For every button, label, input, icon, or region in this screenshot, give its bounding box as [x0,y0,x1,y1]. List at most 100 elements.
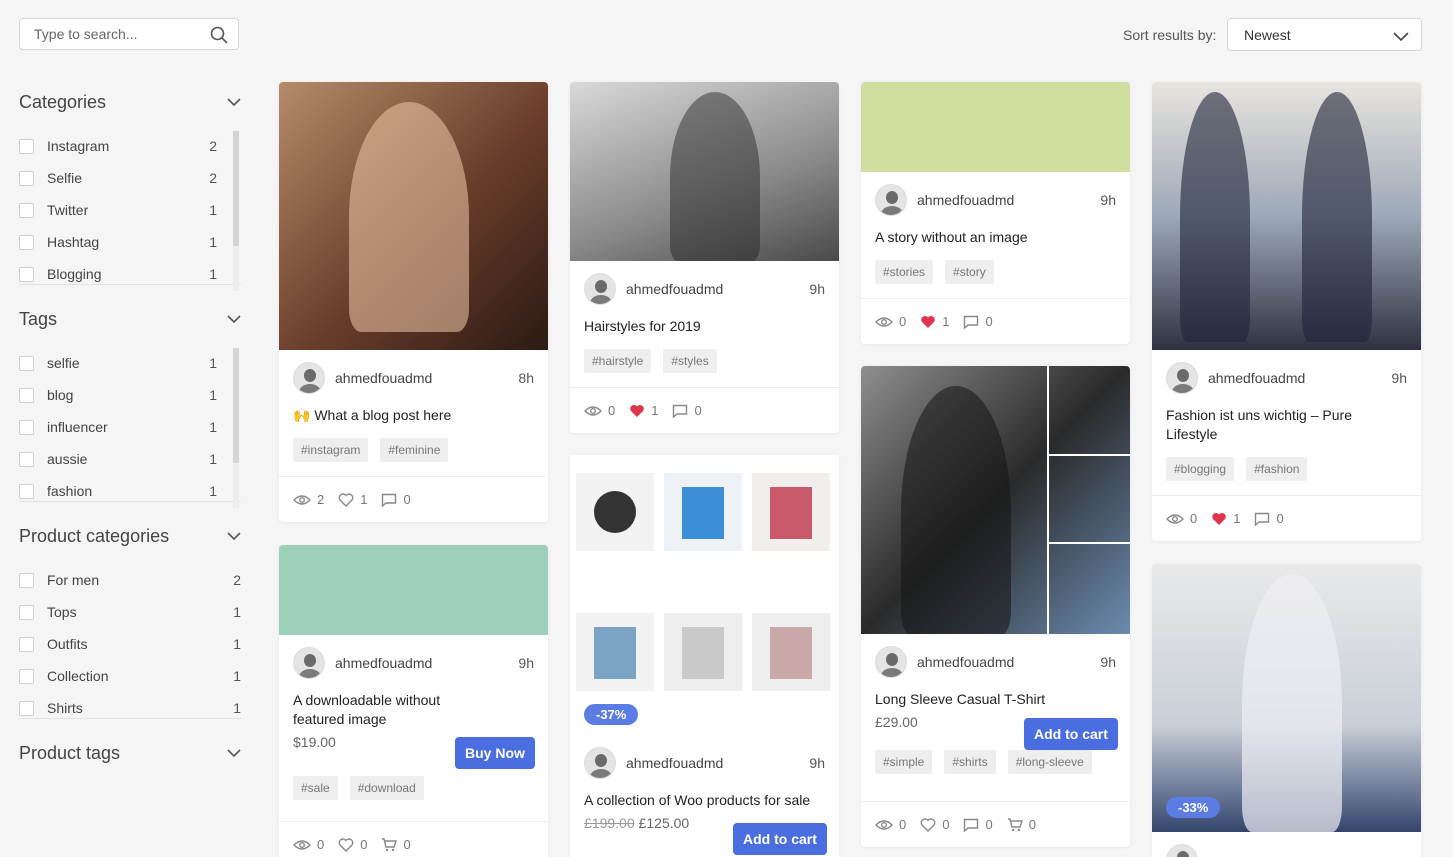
author-name[interactable]: ahmedfouadmd [335,655,518,671]
filter-item[interactable]: Selfie 2 [19,162,241,194]
checkbox[interactable] [19,355,34,371]
filter-item[interactable]: Hashtag 1 [19,226,241,258]
avatar[interactable] [875,184,907,216]
likes-stat[interactable]: 1 [629,403,658,418]
filter-item[interactable]: Blogging 1 [19,258,241,290]
checkbox[interactable] [19,387,34,403]
avatar[interactable] [293,362,325,394]
chevron-down-icon[interactable] [227,97,241,107]
filter-item[interactable]: Tops 1 [19,596,241,628]
tag-chip[interactable]: #download [349,776,424,800]
scrollbar[interactable] [233,131,239,291]
author-name[interactable]: ahmedfouadmd [1208,370,1391,386]
tag-chip[interactable]: #blogging [1166,457,1235,481]
add-to-cart-button[interactable]: Add to cart [733,823,827,855]
checkbox[interactable] [19,266,34,282]
post-title[interactable]: Fashion ist uns wichtig – Pure Lifestyle [1152,406,1372,444]
search-input[interactable] [20,19,200,49]
checkbox[interactable] [19,572,34,588]
checkbox[interactable] [19,419,34,435]
avatar[interactable] [1166,844,1198,857]
checkbox[interactable] [19,202,34,218]
post-card[interactable]: ahmedfouadmd 8h 🙌 What a blog post here … [279,82,548,522]
search-box[interactable] [19,18,239,50]
post-title[interactable]: A story without an image [861,228,1130,247]
product-card[interactable]: -33% [1152,564,1421,857]
filter-item[interactable]: selfie 1 [19,347,241,379]
post-card[interactable]: ahmedfouadmd 9h Hairstyles for 2019 #hai… [570,82,839,433]
heart-filled-icon[interactable] [629,404,645,418]
avatar[interactable] [584,273,616,305]
comments-stat[interactable]: 0 [963,314,993,329]
checkbox[interactable] [19,700,34,716]
post-image[interactable] [861,82,1130,172]
author-name[interactable]: ahmedfouadmd [626,281,809,297]
product-image[interactable]: -37% [570,455,839,735]
tags-header[interactable]: Tags [19,303,241,335]
tag-chip[interactable]: #shirts [944,750,996,774]
comments-stat[interactable]: 0 [963,817,993,832]
categories-header[interactable]: Categories [19,86,241,118]
filter-item[interactable]: For men 2 [19,564,241,596]
post-title[interactable]: A downloadable without featured image [279,691,509,729]
comment-icon[interactable] [381,493,397,507]
likes-stat[interactable]: 1 [1211,511,1240,526]
checkbox[interactable] [19,170,34,186]
heart-outline-icon[interactable] [338,492,354,507]
post-image[interactable] [279,82,548,350]
post-card[interactable]: ahmedfouadmd 9h Fashion ist uns wichtig … [1152,82,1421,541]
comments-stat[interactable]: 0 [672,403,702,418]
post-title[interactable]: Hairstyles for 2019 [570,317,839,336]
filter-item[interactable]: Instagram 2 [19,130,241,162]
heart-outline-icon[interactable] [920,817,936,832]
comments-stat[interactable]: 0 [1254,511,1284,526]
tag-chip[interactable]: #instagram [293,438,369,462]
checkbox[interactable] [19,483,34,499]
product-image[interactable] [861,366,1130,634]
post-image[interactable] [279,545,548,635]
heart-outline-icon[interactable] [338,837,354,852]
likes-stat[interactable]: 1 [338,492,367,507]
likes-stat[interactable]: 1 [920,314,949,329]
tag-chip[interactable]: #story [945,260,994,284]
comment-icon[interactable] [672,404,688,418]
tag-chip[interactable]: #long-sleeve [1007,750,1092,774]
author-name[interactable]: ahmedfouadmd [917,192,1100,208]
cart-icon[interactable] [1007,817,1023,832]
post-title[interactable]: Long Sleeve Casual T-Shirt [861,690,1130,709]
avatar[interactable] [1166,362,1198,394]
post-image[interactable] [570,82,839,261]
tag-chip[interactable]: #sale [293,776,338,800]
buy-now-button[interactable]: Buy Now [455,737,535,769]
cart-icon[interactable] [381,837,398,852]
cart-stat[interactable]: 0 [1007,817,1036,832]
product-image[interactable]: -33% [1152,564,1421,832]
filter-item[interactable]: blog 1 [19,379,241,411]
author-name[interactable]: ahmedfouadmd [626,755,809,771]
filter-item[interactable]: fashion 1 [19,475,241,507]
filter-item[interactable]: aussie 1 [19,443,241,475]
product-categories-header[interactable]: Product categories [19,520,241,552]
author-name[interactable]: ahmedfouadmd [917,654,1100,670]
chevron-down-icon[interactable] [227,531,241,541]
filter-item[interactable]: influencer 1 [19,411,241,443]
scrollbar[interactable] [233,348,239,508]
comment-icon[interactable] [963,315,979,329]
product-card[interactable]: ahmedfouadmd 9h Long Sleeve Casual T-Shi… [861,366,1130,847]
tag-chip[interactable]: #fashion [1246,457,1308,481]
product-card[interactable]: -37% ahmedfouadmd 9h A collection of Woo… [570,455,839,857]
checkbox[interactable] [19,668,34,684]
post-image[interactable] [1152,82,1421,350]
product-card[interactable]: ahmedfouadmd 9h A downloadable without f… [279,545,548,857]
checkbox[interactable] [19,234,34,250]
tag-chip[interactable]: #stories [875,260,934,284]
heart-filled-icon[interactable] [920,315,936,329]
tag-chip[interactable]: #hairstyle [584,349,652,373]
checkbox[interactable] [19,451,34,467]
filter-item[interactable]: Shirts 1 [19,692,241,724]
post-title[interactable]: 🙌 What a blog post here [279,406,548,425]
chevron-down-icon[interactable] [227,314,241,324]
checkbox[interactable] [19,636,34,652]
product-tags-header[interactable]: Product tags [19,737,241,769]
tag-chip[interactable]: #styles [663,349,717,373]
